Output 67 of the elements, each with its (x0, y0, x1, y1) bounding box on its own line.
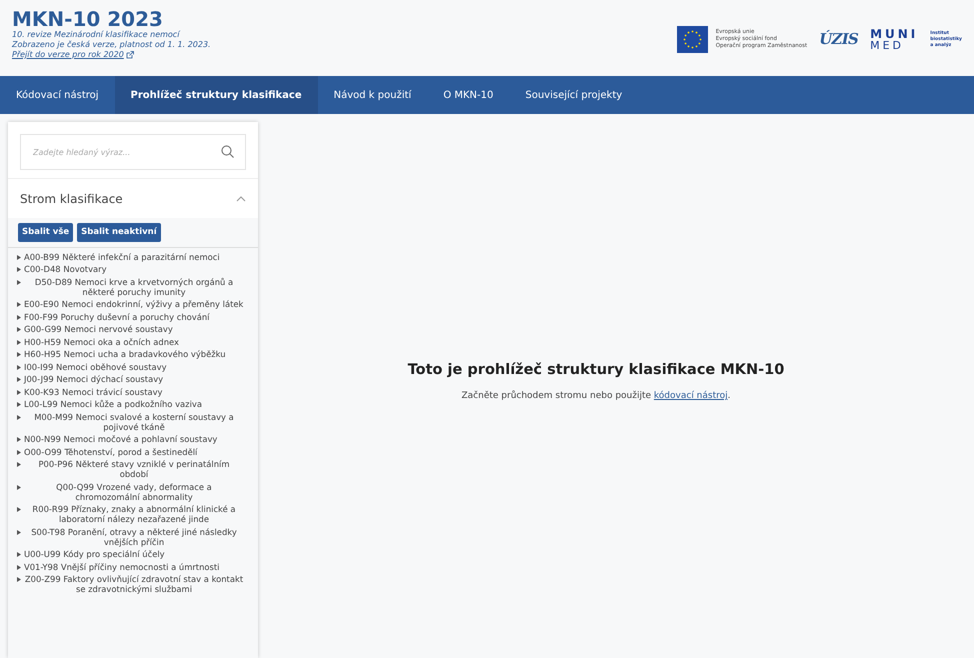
search-field[interactable]: Zadejte hledaný výraz... (20, 134, 246, 170)
caret-icon (17, 507, 21, 512)
external-link-icon (126, 51, 134, 59)
caret-icon (17, 552, 21, 558)
caret-icon (17, 352, 21, 358)
tree-title: Strom klasifikace (20, 190, 123, 208)
muni-logo: MUNI (870, 28, 918, 40)
tree-item[interactable]: H60-H95 Nemoci ucha a bradavkového výběžku (17, 349, 244, 360)
caret-icon (17, 462, 21, 468)
tree-item[interactable]: J00-J99 Nemoci dýchací soustavy (17, 374, 244, 384)
nav-tab[interactable]: Související projekty (509, 76, 638, 114)
tree-item[interactable]: P00-P96 Některé stavy vzniklé v perinatálním období (17, 459, 244, 480)
nav-tab[interactable]: Kódovací nástroj (0, 76, 115, 114)
tree-item[interactable]: S00-T98 Poranění, otravy a některé jiné následky vnějších příčin (17, 526, 244, 547)
caret-icon (17, 280, 21, 285)
caret-icon (17, 302, 21, 308)
tree-item[interactable]: Q00-Q99 Vrozené vady, deformace a chromozomální abnormality (17, 482, 244, 502)
version-link[interactable]: Přejít do verze pro rok 2020 (12, 50, 211, 60)
collapse-button[interactable]: Sbalit neaktivní (77, 223, 161, 242)
caret-icon (17, 314, 21, 320)
tree-item[interactable]: A00-B99 Některé infekční a parazitární nemoci (17, 252, 244, 262)
search-icon (221, 145, 234, 158)
caret-icon (17, 484, 21, 490)
caret-icon (17, 340, 21, 345)
med-logo: MED (870, 40, 905, 50)
tree-item[interactable]: K00-K93 Nemoci trávicí soustavy (17, 386, 244, 397)
tree-item[interactable]: L00-L99 Nemoci kůže a podkožního vaziva (17, 399, 244, 410)
tree-item[interactable]: F00-F99 Poruchy duševní a poruchy chování (17, 312, 244, 322)
caret-icon (17, 437, 21, 442)
caret-icon (17, 577, 21, 582)
caret-icon (17, 254, 21, 260)
caret-icon (17, 564, 21, 570)
tree-item[interactable]: I00-I99 Nemoci oběhové soustavy (17, 362, 244, 372)
tree-item[interactable]: D50-D89 Nemoci krve a krvetvorných orgánů a některé poruchy imunity (17, 276, 244, 297)
caret-icon (17, 414, 21, 420)
tree-item[interactable]: N00-N99 Nemoci močové a pohlavní soustavy (17, 434, 244, 444)
nav-tab[interactable]: O MKN-10 (427, 76, 510, 114)
caret-icon (17, 402, 21, 408)
caret-icon (17, 327, 21, 332)
caret-icon (17, 450, 21, 455)
collapse-button[interactable]: Sbalit vše (18, 223, 74, 242)
tree-item[interactable]: R00-R99 Příznaky, znaky a abnormální klinické a laboratorní nálezy nezařazené jinde (17, 504, 244, 524)
tree-item[interactable]: V01-Y98 Vnější příčiny nemocnosti a úmrtnosti (17, 562, 244, 572)
caret-icon (17, 530, 21, 535)
subtitle-text: 10. revize Mezinárodní klasifikace nemocí (12, 30, 182, 40)
tree-item[interactable]: H00-H59 Nemoci oka a očních adnex (17, 336, 244, 347)
tree-item[interactable]: E00-E90 Nemoci endokrinní, výživy a přeměny látek (17, 299, 244, 310)
uzis-logo: ÚZIS (819, 29, 858, 50)
tree-item[interactable]: C00-D48 Novotvary (17, 264, 244, 274)
tree-item[interactable]: G00-G99 Nemoci nervové soustavy (17, 324, 244, 334)
tree-item[interactable]: U00-U99 Kódy pro speciální účely (17, 549, 244, 560)
nav-tab[interactable]: Návod k použití (318, 76, 428, 114)
tree-item[interactable]: Z00-Z99 Faktory ovlivňující zdravotní stav a kontakt se zdravotnickými službami (17, 574, 244, 594)
caret-icon (17, 377, 21, 382)
chevron-up-icon[interactable] (236, 196, 246, 202)
tree-item[interactable]: M00-M99 Nemoci svalové a kosterní soustavy a pojivové tkáně (17, 412, 244, 432)
site-title: MKN-10 2023 (12, 8, 163, 30)
tree-item[interactable]: O00-O99 Těhotenství, porod a šestinedělí (17, 446, 244, 457)
caret-icon (17, 364, 21, 370)
flag-icon (676, 26, 708, 53)
main-heading: Toto je prohlížeč struktury klasifikace MKN-10 (408, 361, 784, 380)
caret-icon (17, 267, 21, 272)
intro-text: Začněte průchodem stromu nebo použijte kódovací nástroj. (461, 390, 730, 404)
coding-tool-link[interactable]: kódovací nástroj (654, 391, 728, 402)
subtitle-text: Zobrazeno je česká verze, platnost od 1. 1. 2023. (12, 40, 211, 50)
caret-icon (17, 390, 21, 395)
nav-tab[interactable]: Prohlížeč struktury klasifikace (114, 76, 318, 114)
